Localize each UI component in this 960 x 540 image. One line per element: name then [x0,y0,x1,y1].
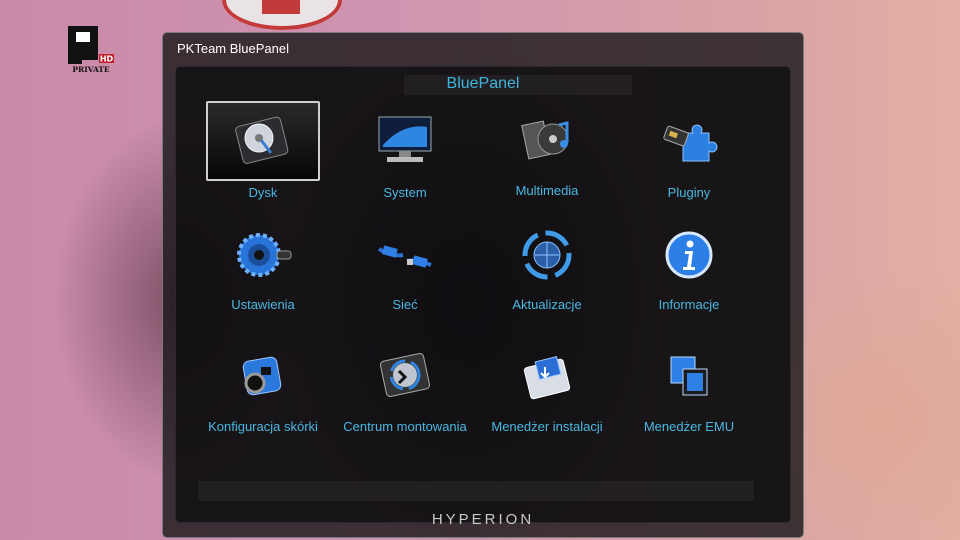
menu-tile-ustawienia[interactable] [206,215,320,295]
menu-tile-system[interactable] [348,101,462,181]
menu-tile-siec[interactable] [348,215,462,295]
status-bar [198,481,754,501]
bluepanel-menu-panel: BluePanel Dysk System Multimedia Pluginy… [175,66,791,528]
update-globe-icon [522,230,572,280]
menu-tile-dysk[interactable] [206,101,320,181]
hard-disk-icon [235,116,289,164]
panel-title: BluePanel [446,75,520,92]
menu-label-siec[interactable]: Sieć [330,297,480,312]
svg-text:HD: HD [100,55,114,64]
menu-tile-menedzer-emu[interactable] [632,337,746,417]
window-title: PKTeam BluePanel [177,41,290,56]
background-photo-cross [262,0,300,14]
menu-label-konfiguracja-skorki[interactable]: Konfiguracja skórki [188,419,338,434]
bluepanel-window: PKTeam BluePanel BluePanel Dysk System M… [162,32,804,538]
emu-manager-icon [670,356,708,396]
menu-tile-centrum-montowania[interactable] [348,337,462,417]
puzzle-plugin-icon [663,124,718,162]
menu-label-dysk[interactable]: Dysk [188,185,338,200]
skin-config-icon [242,356,282,396]
gear-icon [237,233,292,277]
multimedia-icon [521,120,569,160]
install-manager-icon [523,356,571,400]
menu-label-ustawienia[interactable]: Ustawienia [188,297,338,312]
monitor-icon [378,116,432,162]
menu-label-menedzer-emu[interactable]: Menedżer EMU [614,419,764,434]
menu-label-system[interactable]: System [330,185,480,200]
menu-label-menedzer-instalacji[interactable]: Menedżer instalacji [472,419,622,434]
menu-label-multimedia[interactable]: Multimedia [472,183,622,198]
menu-tile-konfiguracja-skorki[interactable] [206,337,320,417]
menu-tile-multimedia[interactable] [490,101,604,181]
network-cable-icon [378,245,432,268]
svg-text:PRIVATE: PRIVATE [72,65,110,74]
private-hd-logo: HD PRIVATE [66,24,116,74]
menu-tile-pluginy[interactable] [632,101,746,181]
mount-disk-icon [379,353,431,397]
menu-tile-aktualizacje[interactable] [490,215,604,295]
hyperion-brand-logo: HYPERION [431,511,535,528]
menu-label-centrum-montowania[interactable]: Centrum montowania [330,419,480,434]
menu-label-informacje[interactable]: Informacje [614,297,764,312]
menu-tile-informacje[interactable] [632,215,746,295]
menu-tile-menedzer-instalacji[interactable] [490,337,604,417]
menu-label-pluginy[interactable]: Pluginy [614,185,764,200]
info-icon [665,231,713,279]
menu-label-aktualizacje[interactable]: Aktualizacje [472,297,622,312]
